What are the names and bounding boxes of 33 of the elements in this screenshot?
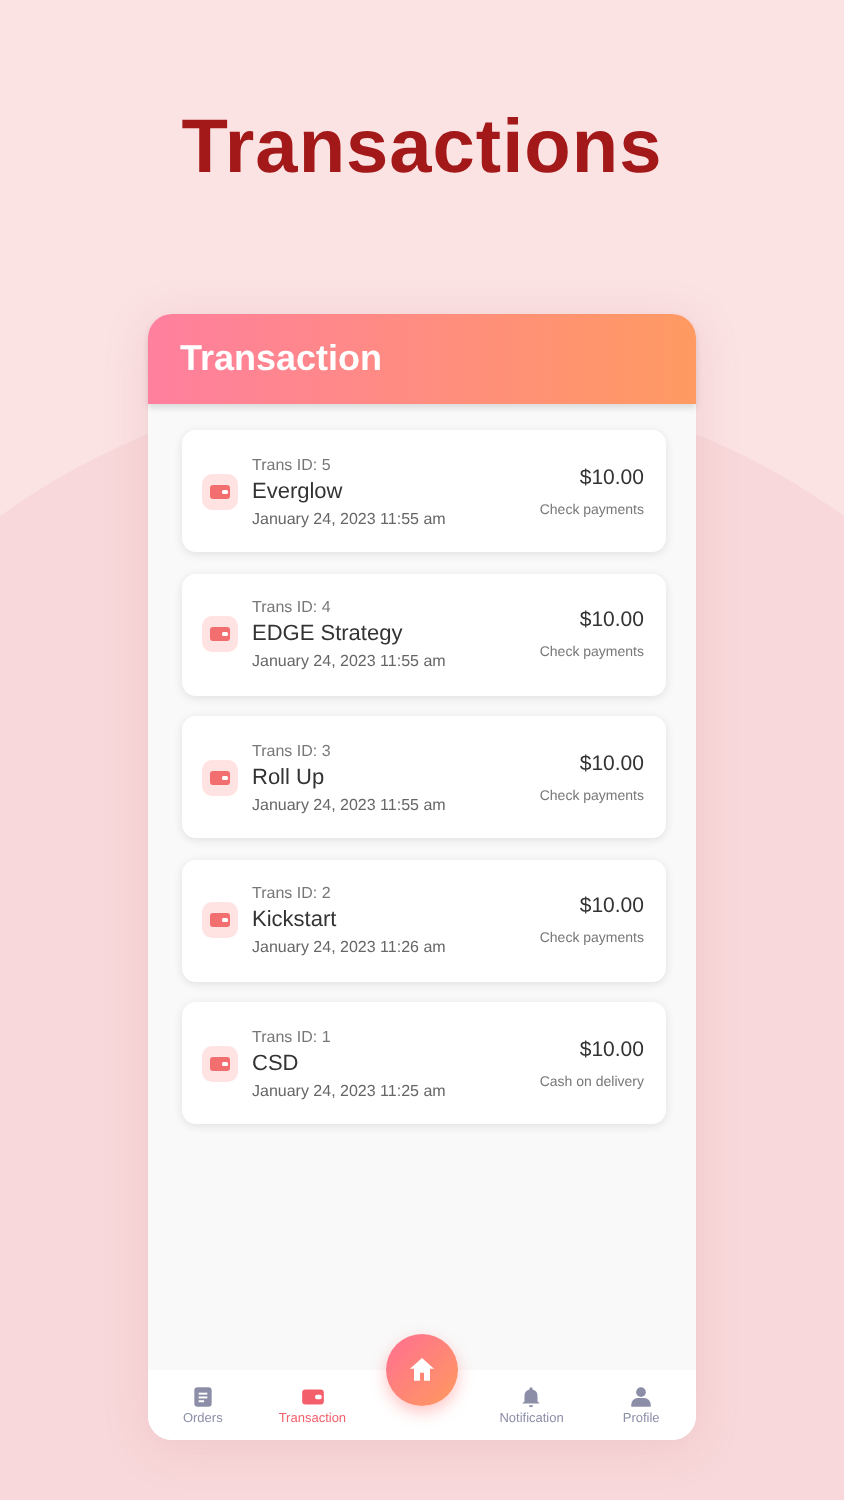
transaction-amount: $10.00 [579, 751, 644, 775]
transaction-name: Everglow [252, 479, 345, 503]
transaction-date: January 24, 2023 11:26 am [252, 938, 448, 956]
home-icon [405, 1354, 438, 1386]
transaction-amount: $10.00 [579, 894, 644, 918]
transaction-date: January 24, 2023 11:25 am [252, 1081, 448, 1099]
wallet-icon [299, 1384, 326, 1410]
headline: Transactions [179, 104, 665, 194]
wallet-icon [202, 1045, 238, 1081]
transaction-id: Trans ID: 5 [252, 455, 333, 473]
transaction-date: January 24, 2023 11:55 am [252, 795, 448, 813]
transaction-amount: $10.00 [579, 465, 644, 489]
home-button[interactable] [385, 1334, 458, 1406]
document-icon [189, 1384, 216, 1410]
transaction-amount: $10.00 [579, 608, 644, 632]
bell-icon [518, 1384, 545, 1410]
transaction-name: Kickstart [252, 908, 339, 932]
transaction-id: Trans ID: 1 [252, 1027, 333, 1045]
transaction-name: EDGE Strategy [252, 622, 405, 646]
person-icon [628, 1384, 655, 1410]
screen-title: Transaction [180, 338, 383, 380]
wallet-icon [202, 473, 238, 509]
transaction-name: CSD [252, 1051, 301, 1075]
transaction-date: January 24, 2023 11:55 am [252, 652, 448, 670]
transaction-id: Trans ID: 3 [252, 741, 333, 759]
transaction-id: Trans ID: 2 [252, 884, 333, 902]
wallet-icon [202, 759, 238, 795]
wallet-icon [202, 616, 238, 652]
transaction-name: Roll Up [252, 765, 327, 789]
transaction-amount: $10.00 [579, 1037, 644, 1061]
transaction-date: January 24, 2023 11:55 am [252, 509, 448, 527]
transaction-id: Trans ID: 4 [252, 598, 333, 616]
wallet-icon [202, 902, 238, 938]
